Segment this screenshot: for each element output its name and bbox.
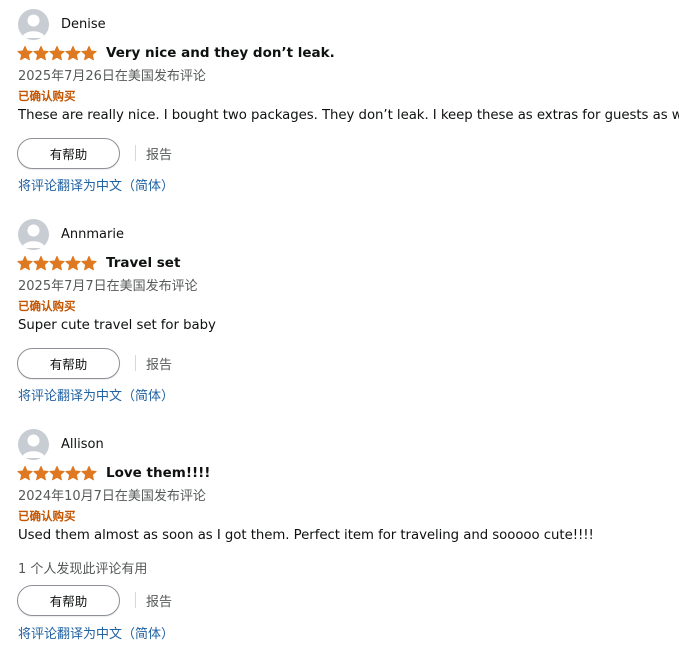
star-icon: [65, 45, 81, 61]
review-card: Allison Love them!!!! 2024年10月7日在美国发布评论 …: [0, 428, 679, 652]
review-title[interactable]: Travel set: [106, 255, 180, 271]
reviewer-name: Denise: [61, 16, 106, 32]
review-date: 2025年7月7日在美国发布评论: [18, 279, 198, 294]
star-icon: [65, 465, 81, 481]
review-card: Annmarie Travel set 2025年7月7日在美国发布评论 已确认…: [0, 218, 679, 418]
review-body: Used them almost as soon as I got them. …: [18, 528, 594, 543]
star-icon: [33, 255, 49, 271]
rating-row: Travel set: [17, 254, 180, 272]
review-date: 2024年10月7日在美国发布评论: [18, 489, 206, 504]
rating-row: Love them!!!!: [17, 464, 210, 482]
review-actions: 有帮助 报告: [17, 584, 172, 616]
star-icon: [33, 45, 49, 61]
report-link[interactable]: 报告: [146, 591, 172, 610]
reviewer-name: Allison: [61, 436, 104, 452]
reviewer-profile[interactable]: Denise: [18, 8, 106, 40]
star-rating[interactable]: [17, 465, 97, 481]
verified-purchase-badge: 已确认购买: [18, 89, 76, 103]
star-icon: [17, 465, 33, 481]
divider: [135, 355, 136, 371]
review-card: Denise Very nice and they don’t leak. 20…: [0, 8, 679, 208]
translate-review-link[interactable]: 将评论翻译为中文（简体）: [18, 623, 174, 642]
star-icon: [65, 255, 81, 271]
reviewer-name: Annmarie: [61, 226, 124, 242]
divider: [135, 592, 136, 608]
translate-review-link[interactable]: 将评论翻译为中文（简体）: [18, 385, 174, 404]
report-link[interactable]: 报告: [146, 144, 172, 163]
star-icon: [17, 45, 33, 61]
star-rating[interactable]: [17, 255, 97, 271]
helpful-button[interactable]: 有帮助: [17, 347, 120, 379]
helpful-button[interactable]: 有帮助: [17, 584, 120, 616]
avatar-icon: [18, 428, 49, 460]
divider: [135, 145, 136, 161]
avatar-icon: [18, 8, 49, 40]
star-icon: [49, 465, 65, 481]
star-icon: [81, 45, 97, 61]
review-title[interactable]: Very nice and they don’t leak.: [106, 45, 335, 61]
reviewer-profile[interactable]: Annmarie: [18, 218, 124, 250]
star-rating[interactable]: [17, 45, 97, 61]
reviewer-profile[interactable]: Allison: [18, 428, 104, 460]
star-icon: [49, 45, 65, 61]
star-icon: [17, 255, 33, 271]
helpful-count-text: 1 个人发现此评论有用: [18, 562, 148, 577]
review-actions: 有帮助 报告: [17, 137, 172, 169]
report-link[interactable]: 报告: [146, 354, 172, 373]
verified-purchase-badge: 已确认购买: [18, 509, 76, 523]
avatar-icon: [18, 218, 49, 250]
rating-row: Very nice and they don’t leak.: [17, 44, 335, 62]
star-icon: [81, 465, 97, 481]
verified-purchase-badge: 已确认购买: [18, 299, 76, 313]
review-body: Super cute travel set for baby: [18, 318, 216, 333]
helpful-button[interactable]: 有帮助: [17, 137, 120, 169]
review-title[interactable]: Love them!!!!: [106, 465, 210, 481]
translate-review-link[interactable]: 将评论翻译为中文（简体）: [18, 175, 174, 194]
star-icon: [49, 255, 65, 271]
review-body: These are really nice. I bought two pack…: [18, 108, 679, 123]
star-icon: [33, 465, 49, 481]
review-date: 2025年7月26日在美国发布评论: [18, 69, 206, 84]
review-actions: 有帮助 报告: [17, 347, 172, 379]
star-icon: [81, 255, 97, 271]
